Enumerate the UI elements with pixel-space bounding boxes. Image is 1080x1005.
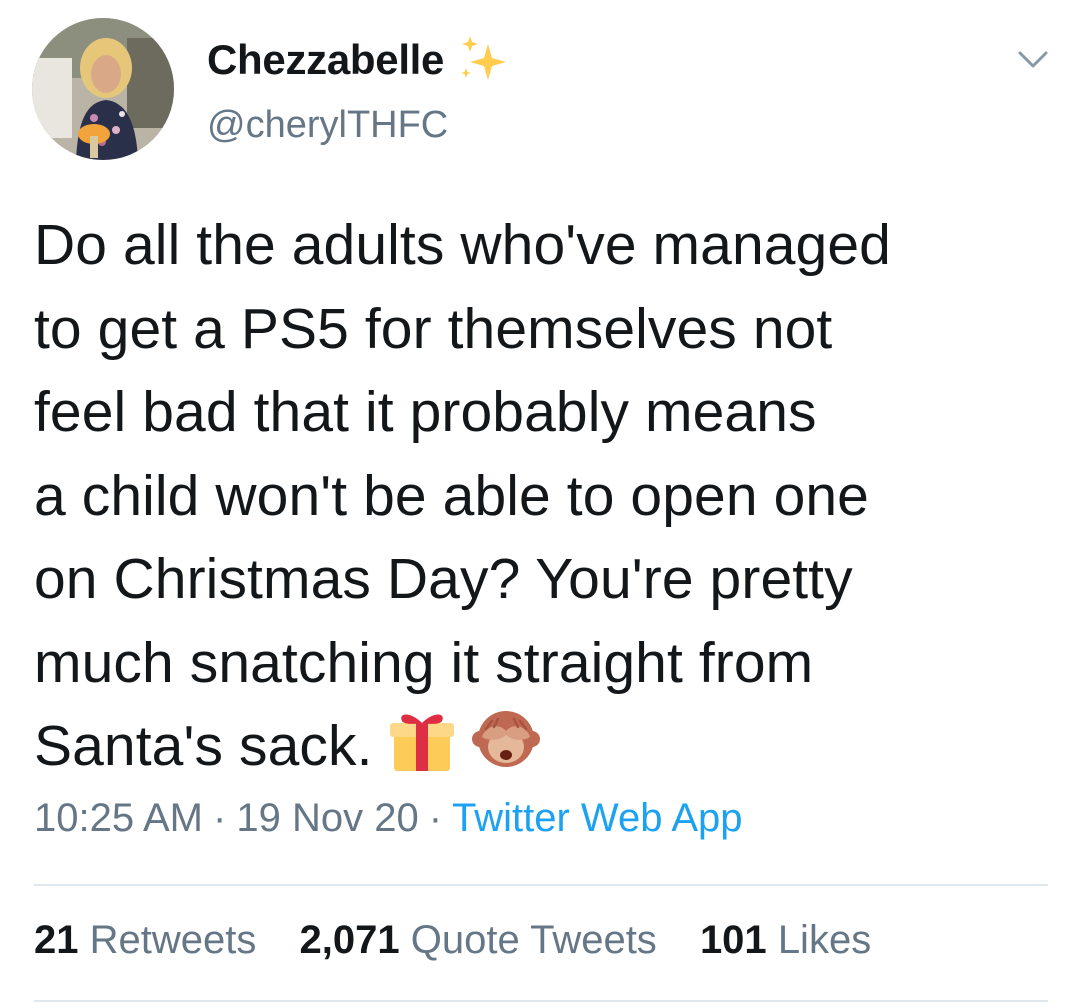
tweet-line: to get a PS5 for themselves not: [34, 296, 833, 361]
meta-separator: ·: [428, 796, 443, 840]
tweet-source-link[interactable]: Twitter Web App: [452, 796, 743, 840]
quote-tweets-stat[interactable]: 2,071 Quote Tweets: [300, 918, 657, 962]
tweet-line: much snatching it straight from: [34, 630, 814, 695]
tweet-text: Do all the adults who've managed to get …: [34, 204, 1054, 789]
user-handle[interactable]: @cherylTHFC: [207, 104, 448, 147]
quote-tweets-label: Quote Tweets: [410, 918, 657, 962]
chevron-down-icon[interactable]: [1016, 48, 1050, 72]
avatar-photo: [32, 18, 174, 160]
retweets-count: 21: [34, 918, 79, 962]
tweet-last-line: Santa's sack.: [34, 705, 1054, 789]
tweet-line: Do all the adults who've managed: [34, 213, 891, 277]
meta-separator: ·: [213, 796, 227, 840]
wrapped-gift-icon: [390, 714, 455, 771]
divider: [34, 1000, 1048, 1002]
tweet-date[interactable]: 19 Nov 20: [236, 796, 418, 840]
retweets-stat[interactable]: 21 Retweets: [34, 918, 256, 962]
likes-label: Likes: [777, 918, 872, 962]
display-name[interactable]: Chezzabelle: [207, 36, 444, 84]
avatar[interactable]: [32, 18, 174, 160]
tweet-line: on Christmas Day? You're pretty: [34, 547, 853, 611]
see-no-evil-monkey-icon: [472, 711, 541, 767]
divider: [34, 884, 1048, 886]
tweet-line: feel bad that it probably means: [34, 380, 817, 444]
sparkles-icon: [461, 36, 506, 80]
tweet-meta: 10:25 AM · 19 Nov 20 · Twitter Web App: [34, 796, 743, 841]
tweet-stats: 21 Retweets 2,071 Quote Tweets 101 Likes: [34, 918, 903, 963]
quote-tweets-count: 2,071: [299, 918, 400, 962]
tweet-card: Chezzabelle @cherylTHFC Do all the adult…: [0, 0, 1080, 1005]
tweet-line: Santa's sack.: [34, 714, 373, 778]
retweets-label: Retweets: [89, 918, 257, 962]
tweet-time[interactable]: 10:25 AM: [34, 796, 203, 840]
likes-count: 101: [699, 918, 767, 962]
tweet-line: a child won't be able to open one: [34, 463, 869, 528]
likes-stat[interactable]: 101 Likes: [700, 918, 871, 962]
